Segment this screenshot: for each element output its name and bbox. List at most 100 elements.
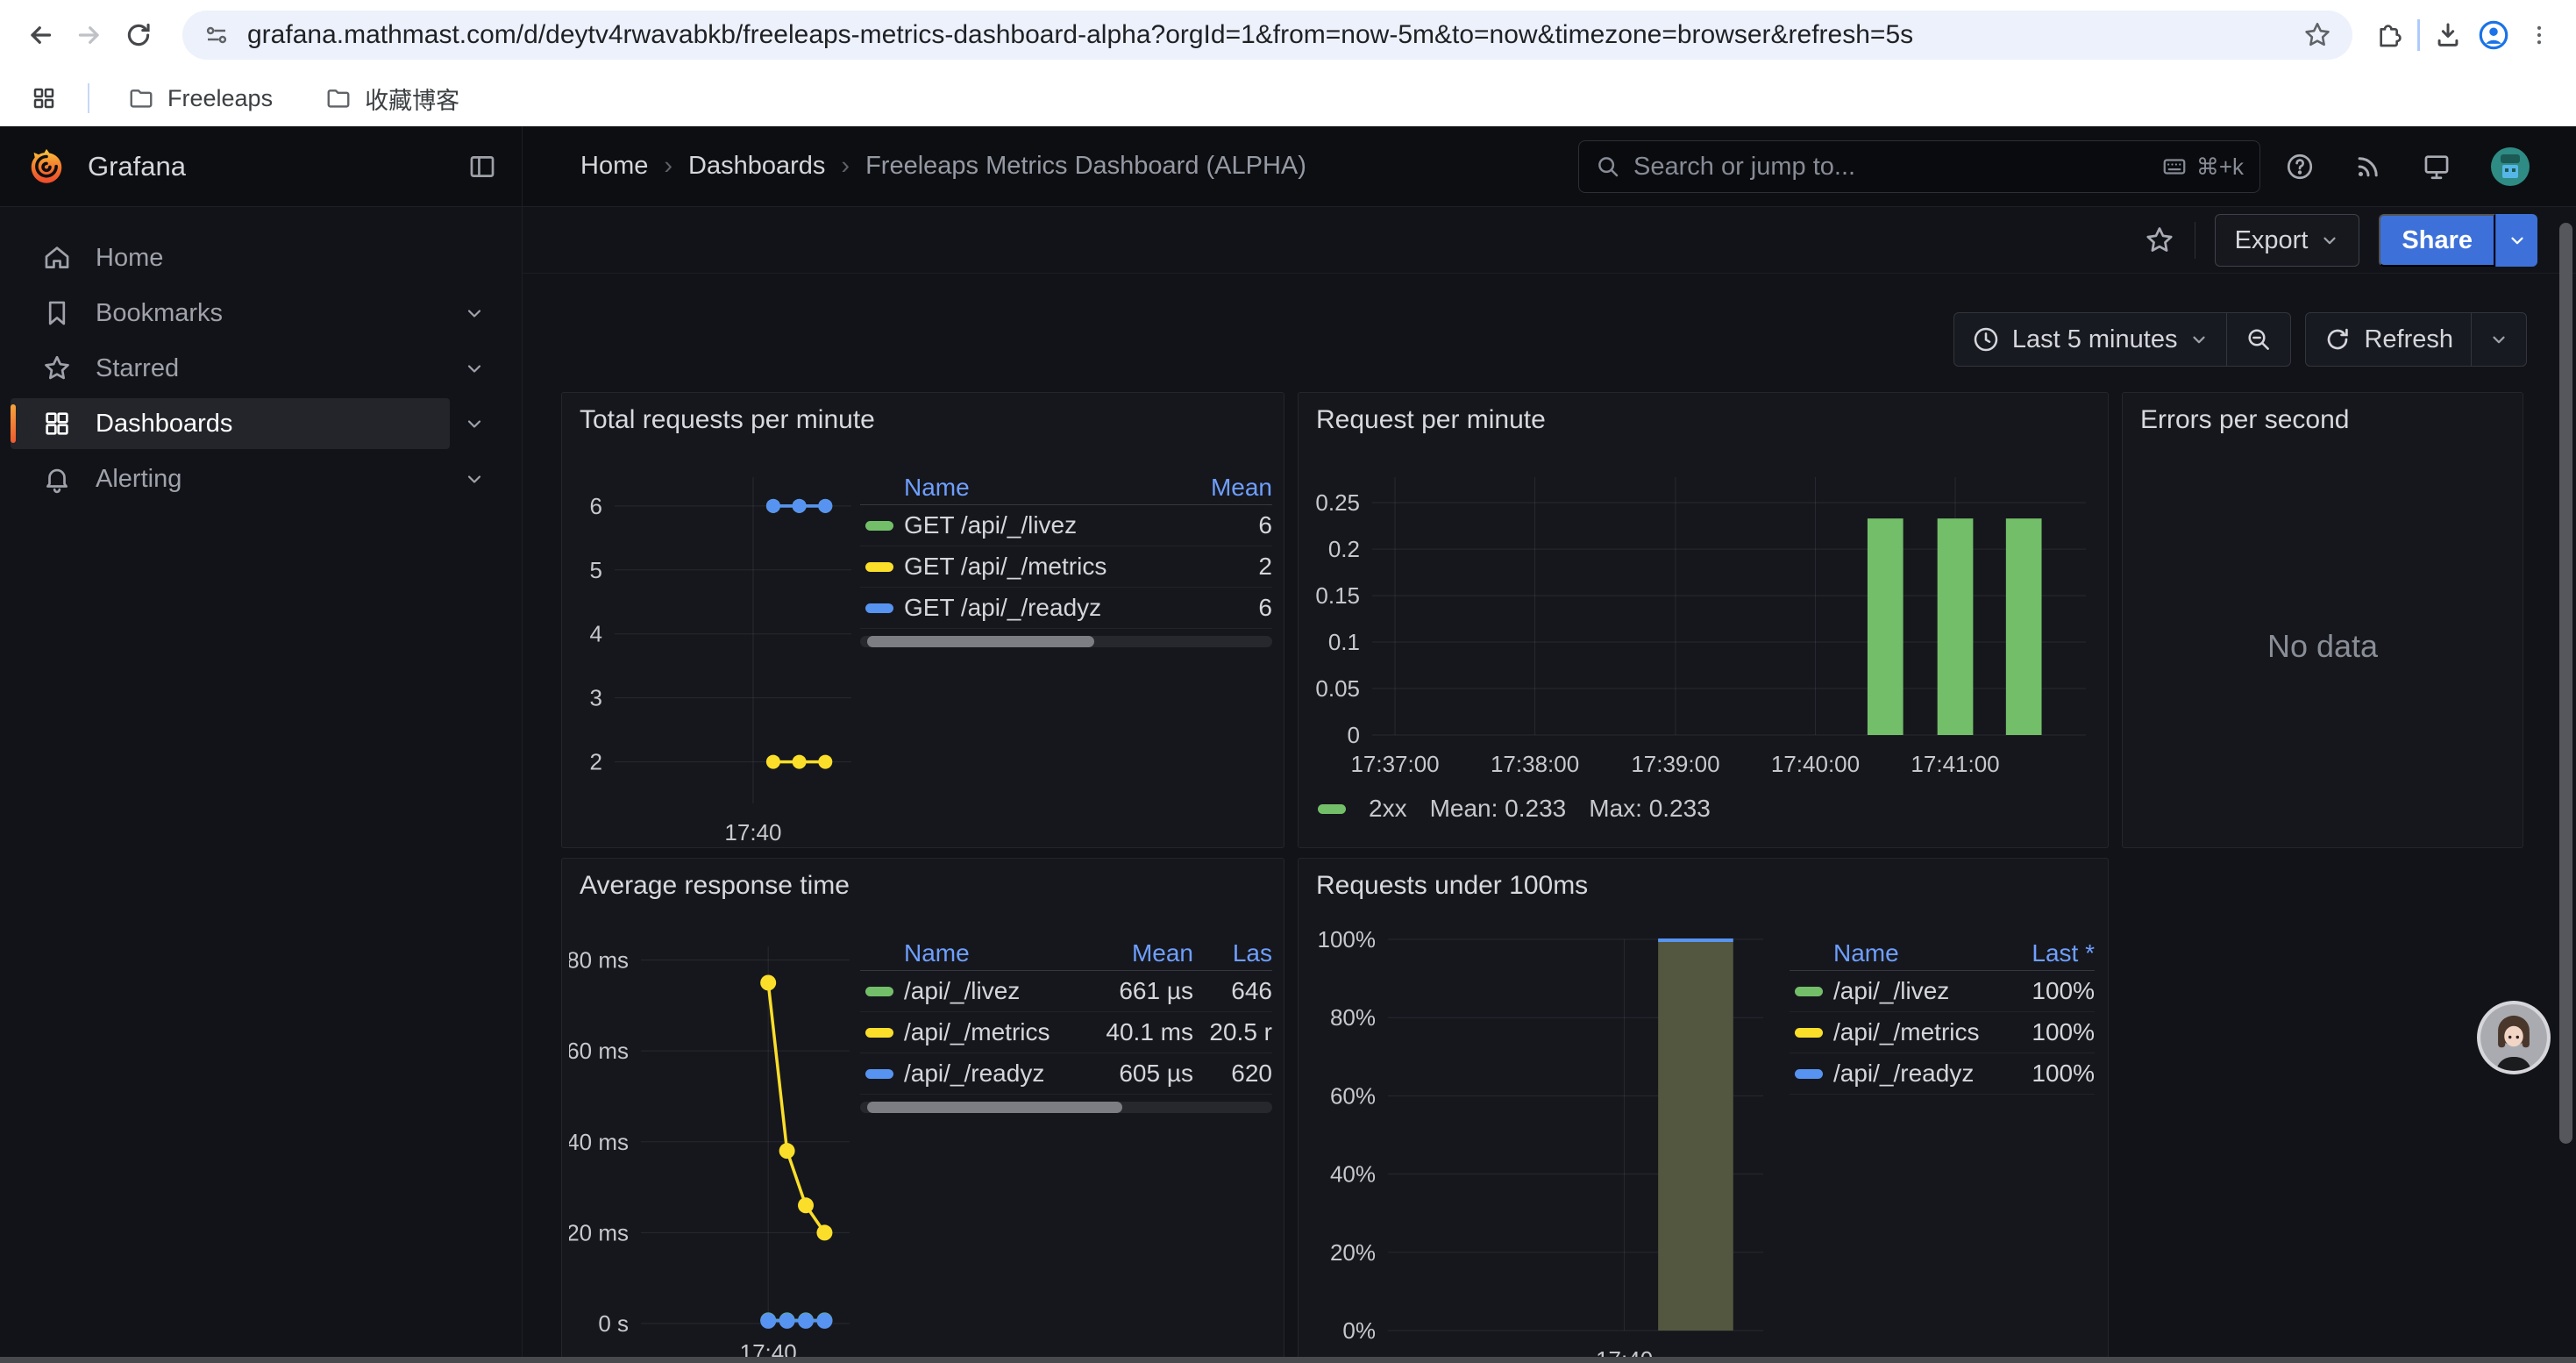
- legend-column-header[interactable]: Mean: [1202, 474, 1272, 502]
- legend-row: /api/_/livez661 µs646: [860, 971, 1272, 1012]
- reload-button[interactable]: [114, 11, 163, 60]
- panel-title[interactable]: Requests under 100ms: [1316, 871, 1588, 901]
- search-shortcut: ⌘+k: [2161, 153, 2244, 181]
- browser-toolbar: grafana.mathmast.com/d/deytv4rwavabkb/fr…: [0, 0, 2576, 70]
- series-name[interactable]: /api/_/readyz: [1833, 1060, 1998, 1088]
- user-avatar[interactable]: [2490, 146, 2530, 187]
- series-name[interactable]: /api/_/readyz: [904, 1060, 1071, 1088]
- series-value: 100%: [1998, 977, 2095, 1005]
- series-name[interactable]: 2xx: [1369, 795, 1407, 823]
- series-name[interactable]: /api/_/livez: [1833, 977, 1998, 1005]
- series-value: 661 µs: [1071, 977, 1193, 1005]
- svg-text:0.15: 0.15: [1315, 582, 1360, 609]
- legend-scrollbar-thumb[interactable]: [867, 1102, 1122, 1113]
- browser-menu-icon[interactable]: [2516, 12, 2562, 58]
- series-color-dash: [865, 1069, 893, 1079]
- chevron-down-icon[interactable]: [450, 398, 499, 449]
- sidebar-item-button[interactable]: Starred: [11, 343, 450, 394]
- legend-scrollbar[interactable]: [860, 1102, 1272, 1113]
- sidebar-item-home[interactable]: Home: [11, 232, 499, 283]
- bookmark-folder[interactable]: Freeleaps: [110, 77, 290, 119]
- grafana-logo[interactable]: [26, 146, 67, 187]
- panel-title[interactable]: Request per minute: [1316, 405, 1546, 435]
- favorite-star-icon[interactable]: [2144, 225, 2175, 256]
- share-menu-button[interactable]: [2495, 214, 2537, 267]
- panel-title[interactable]: Errors per second: [2140, 405, 2349, 435]
- zoom-out-button[interactable]: [2227, 313, 2290, 366]
- sidebar-item-button[interactable]: Home: [11, 232, 499, 283]
- chevron-down-icon[interactable]: [450, 288, 499, 339]
- back-button[interactable]: [16, 11, 65, 60]
- legend-column-header[interactable]: Name: [904, 474, 1202, 502]
- series-name[interactable]: /api/_/livez: [904, 977, 1071, 1005]
- share-button[interactable]: Share: [2379, 214, 2495, 267]
- folder-icon: [128, 85, 154, 111]
- profile-icon[interactable]: [2471, 12, 2516, 58]
- series-name[interactable]: GET /api/_/metrics: [904, 553, 1202, 581]
- page-scrollbar[interactable]: [2559, 211, 2572, 1354]
- refresh-button[interactable]: Refresh: [2306, 313, 2471, 366]
- legend-table: NameMeanGET /api/_/livez6GET /api/_/metr…: [860, 470, 1272, 647]
- bookmark-icon: [42, 298, 72, 328]
- bookmark-folder[interactable]: 收藏博客: [308, 77, 477, 119]
- forward-button[interactable]: [65, 11, 114, 60]
- extensions-icon[interactable]: [2366, 12, 2412, 58]
- requests-under-100ms-chart: 100%80%60%40%20%0%17:40: [1307, 927, 1772, 1363]
- chevron-down-icon: [2489, 330, 2508, 349]
- refresh-interval-button[interactable]: [2472, 313, 2526, 366]
- legend-header-row: NameMeanLas: [860, 936, 1272, 971]
- series-name[interactable]: /api/_/metrics: [1833, 1018, 1998, 1046]
- url-text[interactable]: grafana.mathmast.com/d/deytv4rwavabkb/fr…: [247, 20, 2281, 50]
- sidebar-item-button[interactable]: Dashboards: [11, 398, 450, 449]
- breadcrumb-item[interactable]: Home: [580, 152, 648, 181]
- help-icon[interactable]: [2285, 152, 2315, 182]
- clock-icon: [1972, 325, 2000, 353]
- legend-scrollbar[interactable]: [860, 636, 1272, 647]
- sidebar-item-bookmarks[interactable]: Bookmarks: [11, 288, 499, 339]
- legend-column-header[interactable]: Las: [1193, 939, 1272, 967]
- legend-column-header[interactable]: Last *: [1998, 939, 2095, 967]
- dashboard-main: Export Share Last 5 minutes: [523, 207, 2576, 1363]
- series-name[interactable]: GET /api/_/readyz: [904, 594, 1202, 622]
- sidebar-item-alerting[interactable]: Alerting: [11, 453, 499, 504]
- chevron-down-icon[interactable]: [450, 453, 499, 504]
- breadcrumb-item[interactable]: Dashboards: [688, 152, 825, 181]
- legend-row: /api/_/readyz100%: [1790, 1053, 2095, 1095]
- legend-column-header[interactable]: Mean: [1071, 939, 1193, 967]
- series-color-dash: [1795, 1069, 1823, 1079]
- assistant-avatar-widget[interactable]: [2476, 1000, 2551, 1075]
- bookmark-star-icon[interactable]: [2295, 12, 2340, 58]
- svg-text:80%: 80%: [1330, 1004, 1376, 1031]
- legend-column-header[interactable]: Name: [1833, 939, 1998, 967]
- sidebar-item-starred[interactable]: Starred: [11, 343, 499, 394]
- panel-title[interactable]: Total requests per minute: [580, 405, 875, 435]
- series-value: 6: [1202, 511, 1272, 539]
- svg-text:17:38:00: 17:38:00: [1491, 751, 1579, 777]
- site-settings-icon[interactable]: [200, 18, 233, 52]
- url-bar[interactable]: grafana.mathmast.com/d/deytv4rwavabkb/fr…: [182, 11, 2352, 60]
- kiosk-monitor-icon[interactable]: [2422, 152, 2451, 182]
- series-name[interactable]: GET /api/_/livez: [904, 511, 1202, 539]
- legend-scrollbar-thumb[interactable]: [867, 636, 1094, 647]
- sidebar-item-dashboards[interactable]: Dashboards: [11, 398, 499, 449]
- apps-icon: [42, 409, 72, 439]
- svg-text:0.2: 0.2: [1328, 536, 1360, 562]
- sidebar-item-button[interactable]: Bookmarks: [11, 288, 450, 339]
- side-panel-grid-icon[interactable]: [21, 75, 67, 121]
- search-input[interactable]: Search or jump to... ⌘+k: [1578, 140, 2260, 193]
- downloads-icon[interactable]: [2425, 12, 2471, 58]
- dock-menu-icon[interactable]: [467, 152, 497, 182]
- series-name[interactable]: /api/_/metrics: [904, 1018, 1071, 1046]
- news-rss-icon[interactable]: [2353, 152, 2383, 182]
- export-button[interactable]: Export: [2215, 214, 2360, 267]
- grafana-header: Grafana Home›Dashboards›Freeleaps Metric…: [0, 126, 2576, 207]
- sidebar-item-button[interactable]: Alerting: [11, 453, 450, 504]
- scrollbar-thumb[interactable]: [2559, 223, 2572, 1144]
- legend-column-header[interactable]: Name: [904, 939, 1071, 967]
- chevron-down-icon[interactable]: [450, 343, 499, 394]
- time-range-picker[interactable]: Last 5 minutes: [1954, 313, 2227, 366]
- legend-row: GET /api/_/livez6: [860, 505, 1272, 546]
- panel-title[interactable]: Average response time: [580, 871, 850, 901]
- svg-text:17:41:00: 17:41:00: [1911, 751, 1999, 777]
- chevron-down-icon: [2508, 231, 2527, 250]
